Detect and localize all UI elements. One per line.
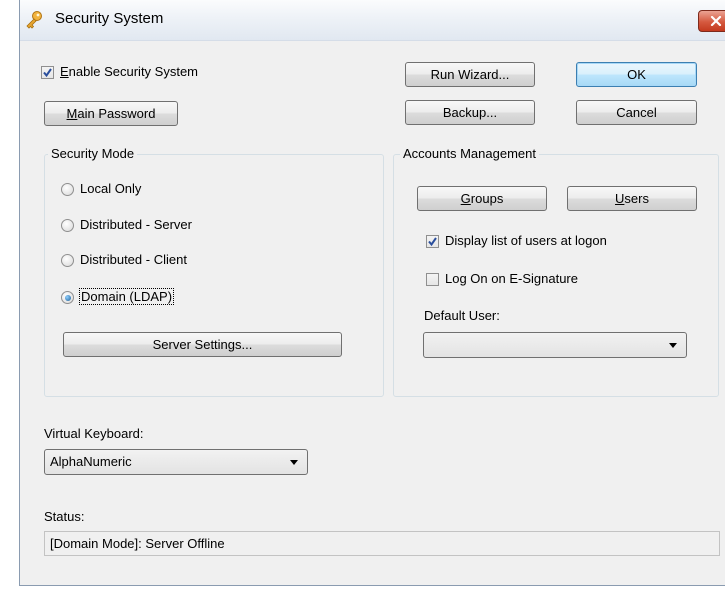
close-icon[interactable] [698, 10, 725, 32]
window-title: Security System [55, 10, 164, 27]
run-wizard-button[interactable]: Run Wizard... [405, 62, 535, 87]
radio-local-only[interactable] [61, 183, 74, 196]
status-field: [Domain Mode]: Server Offline [44, 531, 720, 556]
chevron-down-icon [290, 460, 298, 465]
title-bar[interactable]: Security System [20, 0, 725, 41]
enable-security-label[interactable]: Enable Security System [60, 64, 198, 79]
virtual-keyboard-label: Virtual Keyboard: [44, 426, 144, 441]
radio-local-only-label[interactable]: Local Only [80, 181, 141, 196]
radio-distributed-client-label[interactable]: Distributed - Client [80, 252, 187, 267]
status-label: Status: [44, 509, 85, 524]
radio-distributed-server[interactable] [61, 219, 74, 232]
display-users-label[interactable]: Display list of users at logon [445, 233, 607, 248]
server-settings-button[interactable]: Server Settings... [63, 332, 342, 357]
backup-button[interactable]: Backup... [405, 100, 535, 125]
default-user-label: Default User: [424, 308, 500, 323]
accounts-management-legend: Accounts Management [400, 146, 539, 161]
virtual-keyboard-value: AlphaNumeric [50, 454, 132, 469]
security-mode-legend: Security Mode [48, 146, 138, 161]
groups-button[interactable]: Groups [417, 186, 547, 211]
cancel-button[interactable]: Cancel [576, 100, 697, 125]
key-icon [24, 10, 44, 30]
enable-security-checkbox[interactable] [41, 66, 54, 79]
logon-esignature-label[interactable]: Log On on E-Signature [445, 271, 578, 286]
display-users-checkbox[interactable] [426, 235, 439, 248]
radio-selected-dot [64, 294, 71, 301]
status-value: [Domain Mode]: Server Offline [50, 536, 225, 551]
default-user-dropdown[interactable] [423, 332, 687, 358]
radio-distributed-client[interactable] [61, 254, 74, 267]
users-button[interactable]: Users [567, 186, 697, 211]
virtual-keyboard-dropdown[interactable]: AlphaNumeric [44, 449, 308, 475]
main-password-button[interactable]: Main Password [44, 101, 178, 126]
radio-domain-ldap-label[interactable]: Domain (LDAP) [78, 288, 175, 305]
ok-button[interactable]: OK [576, 62, 697, 87]
chevron-down-icon [669, 343, 677, 348]
radio-distributed-server-label[interactable]: Distributed - Server [80, 217, 192, 232]
security-system-dialog: Security System Enable Security System M… [19, 0, 725, 586]
logon-esignature-checkbox[interactable] [426, 273, 439, 286]
radio-domain-ldap[interactable] [61, 291, 74, 304]
